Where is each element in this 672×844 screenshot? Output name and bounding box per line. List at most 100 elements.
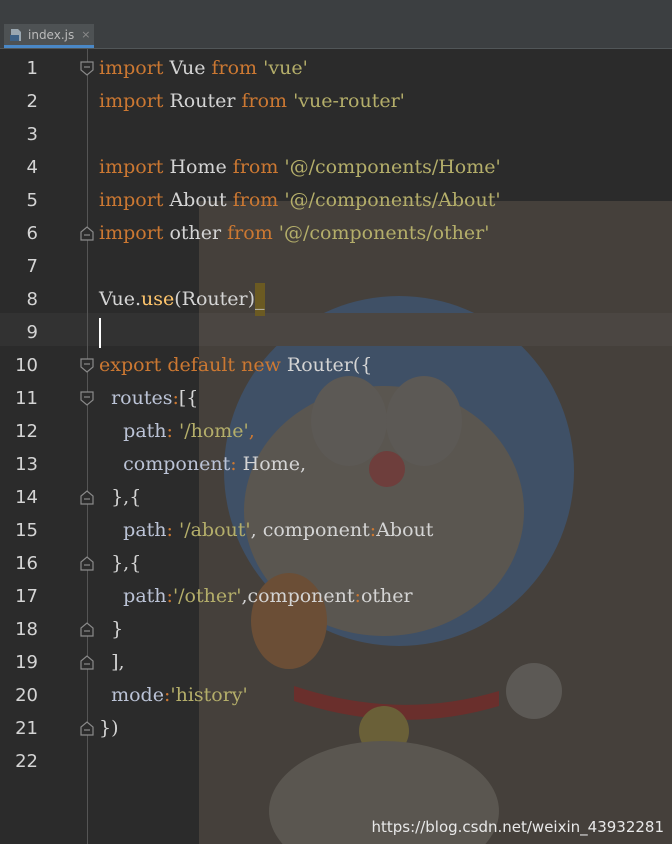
code-line[interactable]: 16 },{	[0, 547, 672, 580]
code-line[interactable]: 7	[0, 250, 672, 283]
code-token: routes	[99, 387, 173, 409]
line-number: 4	[26, 157, 38, 178]
code-text: })	[99, 712, 119, 745]
code-token: },{	[99, 486, 142, 508]
code-line[interactable]: 5 import About from '@/components/About'	[0, 184, 672, 217]
code-text: path: '/about', component:About	[99, 514, 433, 547]
fold-close-icon[interactable]	[80, 622, 94, 637]
code-line[interactable]: 3	[0, 118, 672, 151]
code-text: import other from '@/components/other'	[99, 217, 489, 250]
code-line[interactable]: 12 path: '/home',	[0, 415, 672, 448]
line-number: 12	[15, 421, 38, 442]
code-line[interactable]: 22	[0, 745, 672, 778]
code-text: ],	[99, 646, 125, 679]
line-number: 2	[26, 91, 38, 112]
fold-close-icon[interactable]	[80, 721, 94, 736]
code-token: export	[99, 354, 162, 376]
code-line[interactable]: 1 import Vue from 'vue'	[0, 52, 672, 85]
line-number: 9	[26, 322, 38, 343]
code-text: },{	[99, 481, 141, 514]
line-number: 15	[15, 520, 38, 541]
code-token: 'history'	[170, 684, 248, 706]
code-token: })	[99, 717, 119, 739]
fold-close-icon[interactable]	[80, 490, 94, 505]
line-number: 20	[15, 685, 38, 706]
line-number: 10	[15, 355, 38, 376]
line-number: 1	[26, 58, 38, 79]
code-text: component: Home,	[99, 448, 306, 481]
code-line[interactable]: 21})	[0, 712, 672, 745]
code-token: '@/components/About'	[284, 189, 501, 211]
tab-index-js[interactable]: index.js ×	[4, 24, 94, 48]
code-token: :	[166, 519, 179, 541]
code-token: },{	[99, 552, 142, 574]
fold-close-icon[interactable]	[80, 556, 94, 571]
line-number: 11	[15, 388, 38, 409]
fold-open-icon[interactable]	[80, 391, 94, 406]
code-token: from	[232, 156, 279, 178]
code-token: }	[99, 618, 124, 640]
code-text: },{	[99, 547, 141, 580]
code-token: '@/components/other'	[278, 222, 490, 244]
code-token: new	[241, 354, 281, 376]
line-number: 13	[15, 454, 38, 475]
code-token: ,component	[241, 585, 355, 607]
code-token: '@/components/Home'	[284, 156, 501, 178]
code-token: About	[163, 189, 233, 211]
code-token: About	[376, 519, 434, 541]
fold-open-icon[interactable]	[80, 61, 94, 76]
code-line[interactable]: 6 import other from '@/components/other'	[0, 217, 672, 250]
fold-close-icon[interactable]	[80, 655, 94, 670]
code-line[interactable]: 2 import Router from 'vue-router'	[0, 85, 672, 118]
tab-bar: index.js ×	[0, 24, 672, 49]
code-token: from	[227, 222, 273, 244]
code-line[interactable]: 11 routes:[{	[0, 382, 672, 415]
code-text: import About from '@/components/About'	[99, 184, 501, 217]
code-token: '/about'	[178, 519, 251, 541]
line-number: 19	[15, 652, 38, 673]
line-number: 14	[15, 487, 38, 508]
code-text: path:'/other',component:other	[99, 580, 412, 613]
code-token: Router	[163, 90, 242, 112]
code-token: :	[230, 453, 243, 475]
code-token: component	[99, 453, 231, 475]
code-text: mode:'history'	[99, 679, 248, 712]
code-token: Vue	[163, 57, 212, 79]
code-line[interactable]: 20 mode:'history'	[0, 679, 672, 712]
code-editor[interactable]: 1 import Vue from 'vue' 2 import Router fro…	[0, 49, 672, 844]
fold-close-icon[interactable]	[80, 226, 94, 241]
code-token: from	[211, 57, 258, 79]
code-text: import Home from '@/components/Home'	[99, 151, 501, 184]
line-number: 6	[26, 223, 38, 244]
watermark: https://blog.csdn.net/weixin_43932281	[371, 818, 664, 836]
code-line[interactable]: 17 path:'/other',component:other	[0, 580, 672, 613]
code-line[interactable]: 8 Vue.use(Router)_	[0, 283, 672, 316]
code-line[interactable]: 4 import Home from '@/components/Home'	[0, 151, 672, 184]
code-line[interactable]: 13 component: Home,	[0, 448, 672, 481]
code-token: import	[99, 189, 164, 211]
code-line[interactable]: 14 },{	[0, 481, 672, 514]
fold-open-icon[interactable]	[80, 358, 94, 373]
close-icon[interactable]: ×	[81, 28, 90, 41]
code-token: other	[163, 222, 228, 244]
text-cursor	[99, 318, 101, 348]
code-token: 'vue'	[263, 57, 308, 79]
caret-highlight: _	[255, 283, 265, 316]
code-text: import Router from 'vue-router'	[99, 85, 405, 118]
line-number: 3	[26, 124, 38, 145]
js-file-icon	[10, 28, 22, 42]
code-line[interactable]: 9	[0, 316, 672, 349]
code-text: export default new Router({	[99, 349, 372, 382]
code-text: path: '/home',	[99, 415, 255, 448]
code-line[interactable]: 19 ],	[0, 646, 672, 679]
code-token: import	[99, 57, 164, 79]
line-number: 8	[26, 289, 38, 310]
code-line[interactable]: 10 export default new Router({	[0, 349, 672, 382]
code-line[interactable]: 15 path: '/about', component:About	[0, 514, 672, 547]
code-token: , component	[250, 519, 370, 541]
code-token: Vue.	[99, 288, 142, 310]
code-line[interactable]: 18 }	[0, 613, 672, 646]
code-token: use	[141, 288, 175, 310]
line-number: 18	[15, 619, 38, 640]
code-token: ],	[99, 651, 125, 673]
